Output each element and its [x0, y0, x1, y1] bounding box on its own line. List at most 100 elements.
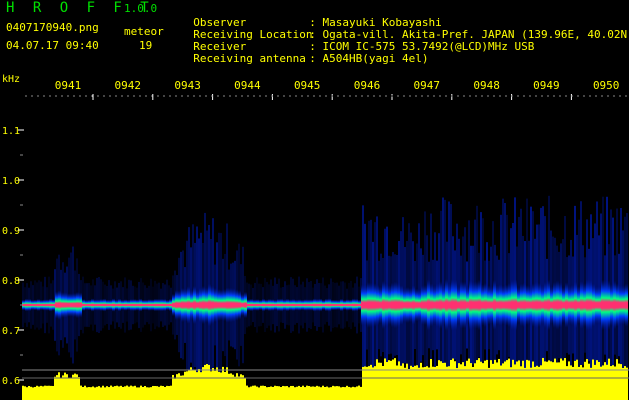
echo-bar [468, 358, 470, 400]
echo-bar [388, 360, 390, 400]
echo-bar [108, 387, 110, 400]
echo-bar [466, 360, 468, 400]
echo-bar [326, 386, 328, 400]
echo-bar [338, 386, 340, 400]
echo-bar [42, 386, 44, 400]
echo-bar [604, 362, 606, 400]
echo-bar [266, 387, 268, 400]
echo-bar [566, 366, 568, 400]
echo-bar [624, 366, 626, 400]
echo-bar [366, 366, 368, 400]
echo-bar [602, 365, 604, 400]
echo-bar [72, 374, 74, 400]
echo-bar [412, 367, 414, 400]
echo-bar [198, 369, 200, 400]
time-tick-label: 0945 [294, 79, 321, 92]
echo-bar [102, 385, 104, 400]
echo-bar [168, 386, 170, 400]
echo-bar [258, 387, 260, 400]
echo-bar [24, 386, 26, 400]
echo-bar [50, 385, 52, 400]
echo-bar [546, 361, 548, 400]
echo-bar [70, 378, 72, 400]
echo-bar [548, 360, 550, 400]
echo-bar [608, 358, 610, 400]
echo-bar [556, 362, 558, 400]
echo-bar [618, 363, 620, 400]
echo-bar [268, 386, 270, 400]
echo-bar [356, 386, 358, 400]
echo-bar [448, 366, 450, 400]
echo-bar [296, 386, 298, 400]
echo-bar [524, 367, 526, 400]
echo-bar [132, 386, 134, 400]
echo-bar [98, 386, 100, 400]
echo-bar [310, 386, 312, 400]
echo-bar [194, 370, 196, 400]
echo-bar [270, 386, 272, 400]
echo-bar [32, 387, 34, 400]
echo-bar [60, 378, 62, 400]
echo-bar [236, 373, 238, 400]
echo-bar [40, 385, 42, 400]
echo-bar [362, 366, 364, 400]
echo-bar [282, 385, 284, 400]
echo-bar [290, 385, 292, 400]
echo-bar [432, 366, 434, 400]
echo-bar [142, 386, 144, 400]
echo-bar [532, 361, 534, 400]
echo-bar [246, 385, 248, 400]
echo-bar [308, 385, 310, 400]
echo-bar [86, 387, 88, 400]
echo-bar [538, 366, 540, 400]
echo-bar [550, 361, 552, 400]
echo-bar [34, 386, 36, 400]
echo-bar [192, 369, 194, 400]
echo-bar [174, 378, 176, 400]
spectrogram-panel: 1.11.00.90.80.70.6 0941 0942 0943 0944 0945 0… [2, 79, 629, 400]
echo-bar [536, 365, 538, 400]
time-tick-label: 0943 [174, 79, 201, 92]
khz-unit-label: kHz [2, 74, 21, 85]
echo-bar [368, 366, 370, 400]
echo-bar [404, 367, 406, 400]
echo-bar [512, 359, 514, 400]
echo-bar [138, 387, 140, 400]
echo-bar [586, 359, 588, 400]
echo-bar [462, 362, 464, 400]
echo-bar [552, 362, 554, 400]
echo-bar [516, 361, 518, 400]
echo-bar [130, 385, 132, 400]
freq-tick-label: 1.1 [2, 126, 20, 137]
echo-bar [622, 367, 624, 400]
echo-bar [572, 366, 574, 400]
echo-bar [318, 386, 320, 400]
time-tick-label: 0942 [115, 79, 142, 92]
echo-bar [590, 367, 592, 400]
echo-bar [422, 367, 424, 400]
freq-tick-label: 0.7 [2, 326, 20, 337]
echo-bar [508, 358, 510, 400]
echo-bar [250, 386, 252, 400]
echo-bar [518, 360, 520, 400]
echo-bar [506, 360, 508, 400]
echo-bar [92, 386, 94, 400]
echo-bar [324, 386, 326, 400]
echo-bar [154, 385, 156, 400]
echo-bar [90, 387, 92, 400]
echo-bar [334, 386, 336, 400]
echo-bar [286, 386, 288, 400]
echo-bar [278, 386, 280, 400]
echo-bar [336, 386, 338, 400]
echo-bar [486, 359, 488, 400]
echo-bar [276, 386, 278, 400]
echo-bar [118, 386, 120, 400]
echo-bar [392, 359, 394, 400]
echo-bar [380, 362, 382, 400]
echo-bar [144, 385, 146, 400]
time-axis: 0941 0942 0943 0944 0945 0946 0947 0948 0949 0950 [25, 79, 627, 100]
echo-bar [554, 358, 556, 400]
echo-bar [186, 371, 188, 400]
echo-bar [344, 387, 346, 400]
echo-bar [378, 362, 380, 400]
